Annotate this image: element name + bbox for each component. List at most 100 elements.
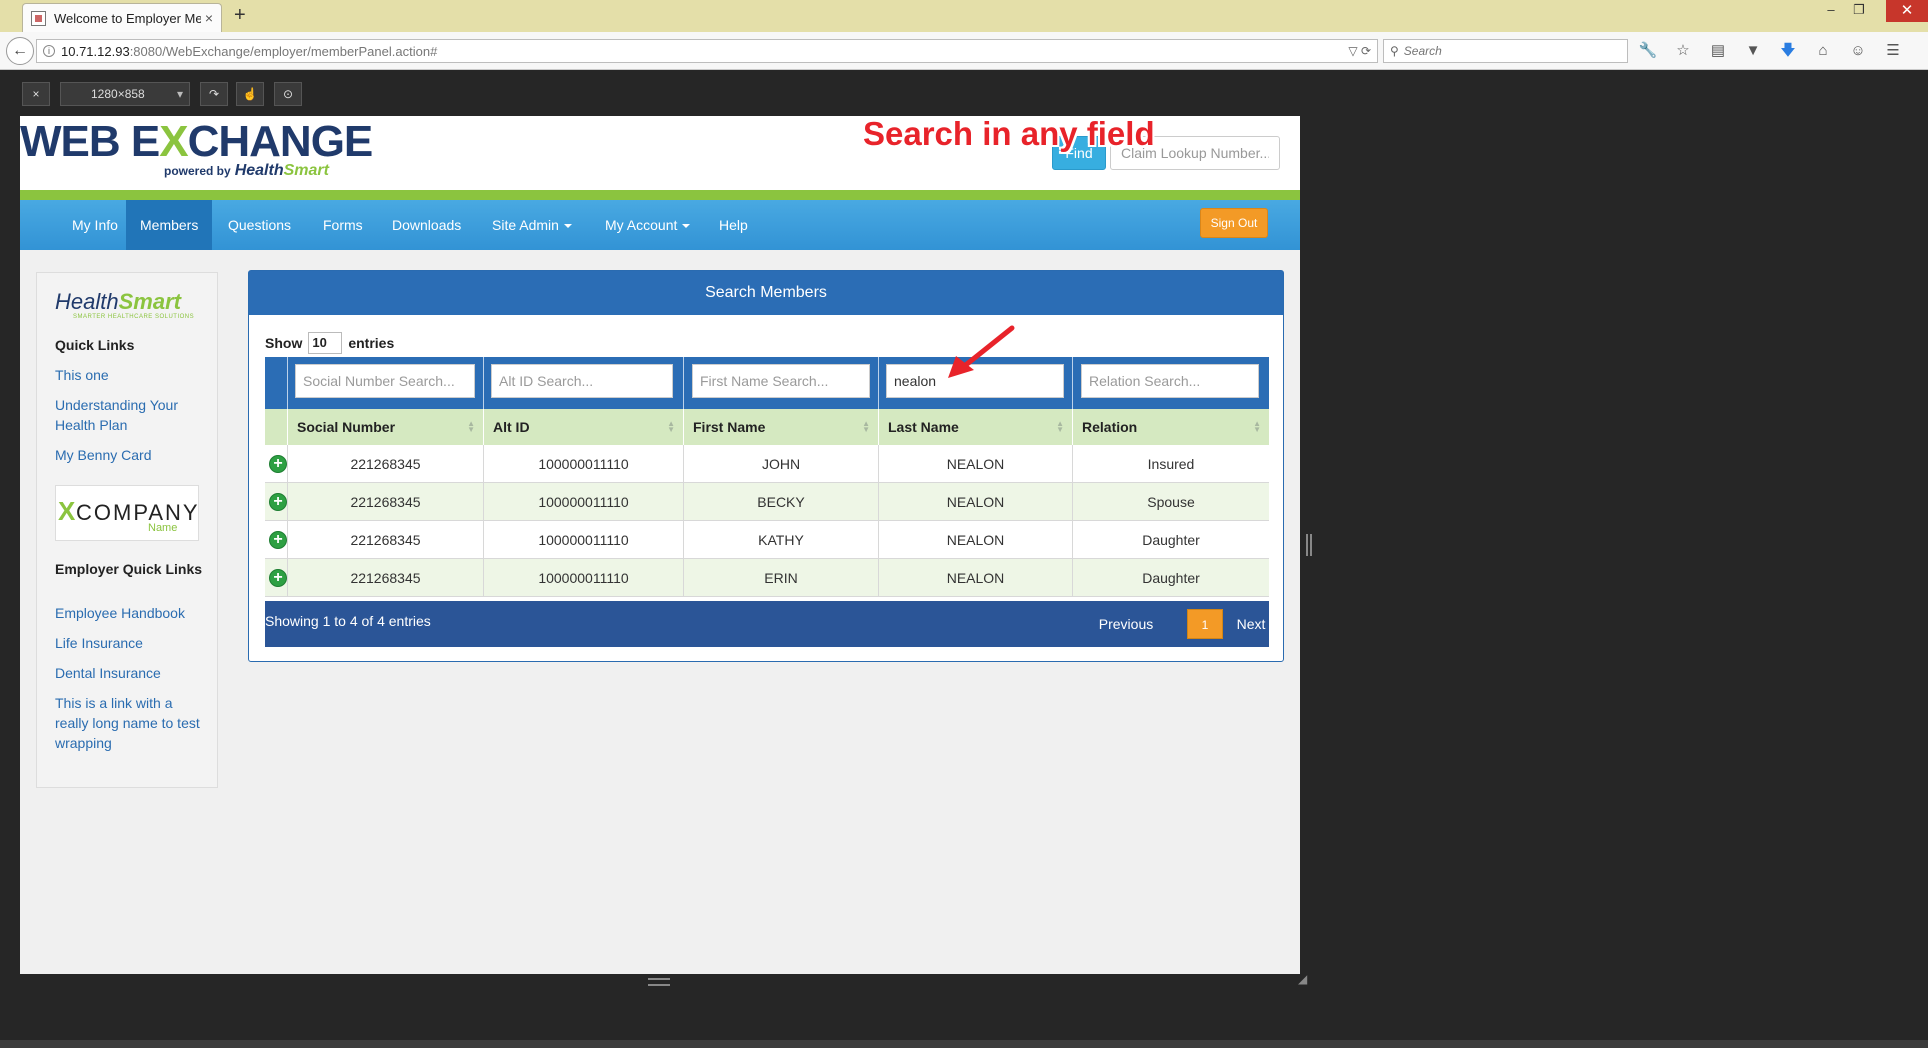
nav-downloads[interactable]: Downloads <box>378 200 475 250</box>
next-page-button[interactable]: Next <box>1231 609 1271 639</box>
expand-row-icon[interactable]: + <box>269 455 287 473</box>
reading-list-icon[interactable]: ▤ <box>1706 40 1730 62</box>
relation-search-input[interactable] <box>1081 364 1259 398</box>
browser-search-input[interactable] <box>1403 44 1621 58</box>
url-text[interactable]: 10.71.12.93:8080/WebExchange/employer/me… <box>61 44 1348 59</box>
os-taskbar <box>0 1040 1928 1048</box>
quick-link-health-plan[interactable]: Understanding Your Health Plan <box>55 395 205 435</box>
company-logo: X COMPANY Name <box>55 485 199 541</box>
column-social-number[interactable]: Social Number ▲ ▼ <box>287 409 483 445</box>
column-first-name[interactable]: First Name ▲ ▼ <box>683 409 878 445</box>
employer-link-handbook[interactable]: Employee Handbook <box>55 603 205 623</box>
tab-title: Welcome to Employer Me... <box>54 10 201 26</box>
cell-social-number: 221268345 <box>287 483 483 521</box>
chat-icon[interactable]: ☺ <box>1846 40 1870 62</box>
showing-entries-text: Showing 1 to 4 of 4 entries <box>265 613 431 629</box>
previous-page-button[interactable]: Previous <box>1089 609 1163 639</box>
camera-icon[interactable]: ⊙ <box>274 82 302 106</box>
nav-forms[interactable]: Forms <box>309 200 377 250</box>
nav-site-admin[interactable]: Site Admin <box>478 200 586 250</box>
menu-icon[interactable]: ☰ <box>1881 40 1905 62</box>
wrench-icon[interactable]: 🔧 <box>1636 40 1660 62</box>
table-row[interactable]: + 221268345 100000011110 KATHY NEALON Da… <box>265 521 1269 559</box>
bookmark-star-icon[interactable]: ☆ <box>1671 40 1695 62</box>
home-icon[interactable]: ⌂ <box>1811 40 1835 62</box>
sort-icon: ▲ ▼ <box>467 419 475 434</box>
url-bar[interactable]: i 10.71.12.93:8080/WebExchange/employer/… <box>36 39 1378 63</box>
cell-last-name: NEALON <box>878 483 1072 521</box>
caret-down-icon <box>682 224 691 229</box>
resize-right-handle[interactable] <box>1306 534 1312 556</box>
search-members-panel: Search Members Show 10 entries Social Nu… <box>248 270 1284 662</box>
sort-icon: ▲ ▼ <box>1056 419 1064 434</box>
employer-link-life-insurance[interactable]: Life Insurance <box>55 633 205 653</box>
sidebar: HealthSmart SMARTER HEALTHCARE SOLUTIONS… <box>36 272 218 788</box>
rdm-size-select[interactable]: 1280×858 <box>60 82 190 106</box>
caret-down-icon <box>563 224 572 229</box>
toolbar-icons: 🔧 ☆ ▤ ▼ 🡇 ⌂ ☺ ☰ <box>1636 40 1905 62</box>
nav-questions[interactable]: Questions <box>214 200 305 250</box>
pocket-icon[interactable]: ▼ <box>1741 40 1765 62</box>
quick-link-this-one[interactable]: This one <box>55 365 205 385</box>
column-alt-id[interactable]: Alt ID ▲ ▼ <box>483 409 683 445</box>
alt-id-search-input[interactable] <box>491 364 673 398</box>
sort-icon: ▲ ▼ <box>862 419 870 434</box>
entries-length-select[interactable]: 10 <box>308 332 343 354</box>
rotate-icon[interactable]: ↷ <box>200 82 228 106</box>
cell-first-name: ERIN <box>683 559 878 597</box>
download-icon[interactable]: 🡇 <box>1776 40 1800 62</box>
employer-link-dental-insurance[interactable]: Dental Insurance <box>55 663 205 683</box>
cell-relation: Daughter <box>1072 521 1269 559</box>
cell-social-number: 221268345 <box>287 559 483 597</box>
nav-help[interactable]: Help <box>705 200 762 250</box>
back-button[interactable]: ← <box>6 37 34 65</box>
expand-row-icon[interactable]: + <box>269 569 287 587</box>
social-number-search-input[interactable] <box>295 364 475 398</box>
browser-tab[interactable]: Welcome to Employer Me... × <box>22 3 222 32</box>
resize-corner-icon[interactable]: ◢ <box>1298 972 1307 986</box>
table-row[interactable]: + 221268345 100000011110 BECKY NEALON Sp… <box>265 483 1269 521</box>
cell-social-number: 221268345 <box>287 521 483 559</box>
expand-row-icon[interactable]: + <box>269 493 287 511</box>
filter-cell <box>287 357 483 409</box>
minimize-button[interactable]: – <box>1820 2 1842 17</box>
touch-icon[interactable]: ☝ <box>236 82 264 106</box>
page-1-button[interactable]: 1 <box>1187 609 1223 639</box>
filter-cell <box>683 357 878 409</box>
page-body: HealthSmart SMARTER HEALTHCARE SOLUTIONS… <box>20 250 1300 974</box>
tab-close-icon[interactable]: × <box>205 10 213 26</box>
rdm-close-button[interactable]: × <box>22 82 50 106</box>
search-icon: ⚲ <box>1390 44 1399 58</box>
table-row[interactable]: + 221268345 100000011110 ERIN NEALON Dau… <box>265 559 1269 597</box>
reload-icon[interactable]: ▽ ⟳ <box>1348 44 1371 58</box>
filter-cell <box>1072 357 1269 409</box>
column-relation[interactable]: Relation ▲ ▼ <box>1072 409 1269 445</box>
webexchange-logo[interactable]: WEB EXCHANGE powered by HealthSmart <box>20 120 373 180</box>
browser-tabbar: Welcome to Employer Me... × + – ❐ ✕ <box>0 0 1928 32</box>
cell-relation: Daughter <box>1072 559 1269 597</box>
table-row[interactable]: + 221268345 100000011110 JOHN NEALON Ins… <box>265 445 1269 483</box>
annotation-label: Search in any field <box>863 115 1155 152</box>
cell-first-name: JOHN <box>683 445 878 483</box>
table-header: Social Number ▲ ▼ Alt ID ▲ ▼ First Name ▲ ▼ La… <box>265 409 1269 445</box>
expand-row-icon[interactable]: + <box>269 531 287 549</box>
new-tab-button[interactable]: + <box>234 4 246 27</box>
quick-link-benny-card[interactable]: My Benny Card <box>55 445 205 465</box>
quick-links-title: Quick Links <box>55 337 135 353</box>
cell-first-name: BECKY <box>683 483 878 521</box>
browser-search-bar[interactable]: ⚲ <box>1383 39 1628 63</box>
column-last-name[interactable]: Last Name ▲ ▼ <box>878 409 1072 445</box>
employer-link-long-name[interactable]: This is a link with a really long name t… <box>55 693 205 753</box>
info-icon[interactable]: i <box>43 45 55 57</box>
window-close-button[interactable]: ✕ <box>1886 0 1928 22</box>
first-name-search-input[interactable] <box>692 364 870 398</box>
nav-members[interactable]: Members <box>126 200 213 250</box>
nav-my-account[interactable]: My Account <box>591 200 704 250</box>
panel-title: Search Members <box>249 271 1283 315</box>
cell-last-name: NEALON <box>878 521 1072 559</box>
cell-alt-id: 100000011110 <box>483 559 683 597</box>
nav-my-info[interactable]: My Info <box>58 200 132 250</box>
resize-bottom-handle[interactable] <box>648 978 670 986</box>
restore-button[interactable]: ❐ <box>1848 2 1870 18</box>
sign-out-button[interactable]: Sign Out <box>1200 208 1268 238</box>
